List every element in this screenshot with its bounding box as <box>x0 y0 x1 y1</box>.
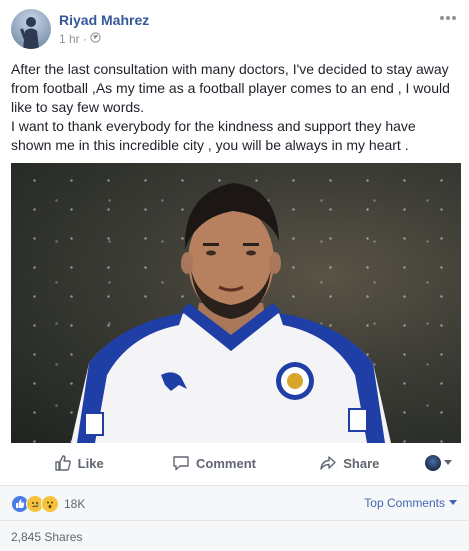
author-name[interactable]: Riyad Mahrez <box>59 12 149 28</box>
top-comments-dropdown[interactable]: Top Comments <box>364 496 457 510</box>
post-actions: Like Comment Share <box>11 449 461 477</box>
chevron-down-icon <box>449 500 457 505</box>
ellipsis-icon[interactable] <box>439 8 457 26</box>
share-label: Share <box>343 455 380 471</box>
post-text: After the last consultation with many do… <box>11 60 457 155</box>
wow-icon <box>41 495 59 513</box>
player-illustration <box>71 183 391 443</box>
post-time[interactable]: 1 hr <box>59 32 80 46</box>
reactions-bar: 18K Top Comments <box>0 485 469 520</box>
comment-label: Comment <box>196 455 256 471</box>
chevron-down-icon <box>444 460 453 465</box>
like-button[interactable]: Like <box>11 454 146 472</box>
meta-separator: · <box>82 32 87 46</box>
post-meta: 1 hr · <box>59 32 101 46</box>
reactions-summary[interactable]: 18K <box>11 495 85 513</box>
like-label: Like <box>77 455 104 471</box>
avatar-figure-icon <box>20 17 39 49</box>
post-card: Riyad Mahrez 1 hr · After the last consu… <box>0 0 469 551</box>
post-photo[interactable] <box>11 163 461 443</box>
page-avatar <box>425 455 442 471</box>
shares-count[interactable]: 2,845 Shares <box>11 530 82 544</box>
share-button[interactable]: Share <box>282 454 417 472</box>
post-paragraph-2: I want to thank everybody for the kindne… <box>11 118 416 153</box>
thumbs-up-icon <box>54 455 71 471</box>
share-arrow-icon <box>320 456 336 470</box>
globe-icon[interactable] <box>90 32 101 46</box>
comment-button[interactable]: Comment <box>146 454 281 472</box>
comment-icon <box>173 456 189 471</box>
shares-row: 2,845 Shares <box>0 520 469 551</box>
share-as-selector[interactable] <box>417 455 461 471</box>
reactions-count: 18K <box>64 497 86 511</box>
top-comments-label: Top Comments <box>364 496 445 510</box>
post-paragraph-1: After the last consultation with many do… <box>11 61 450 115</box>
author-avatar[interactable] <box>11 9 51 49</box>
